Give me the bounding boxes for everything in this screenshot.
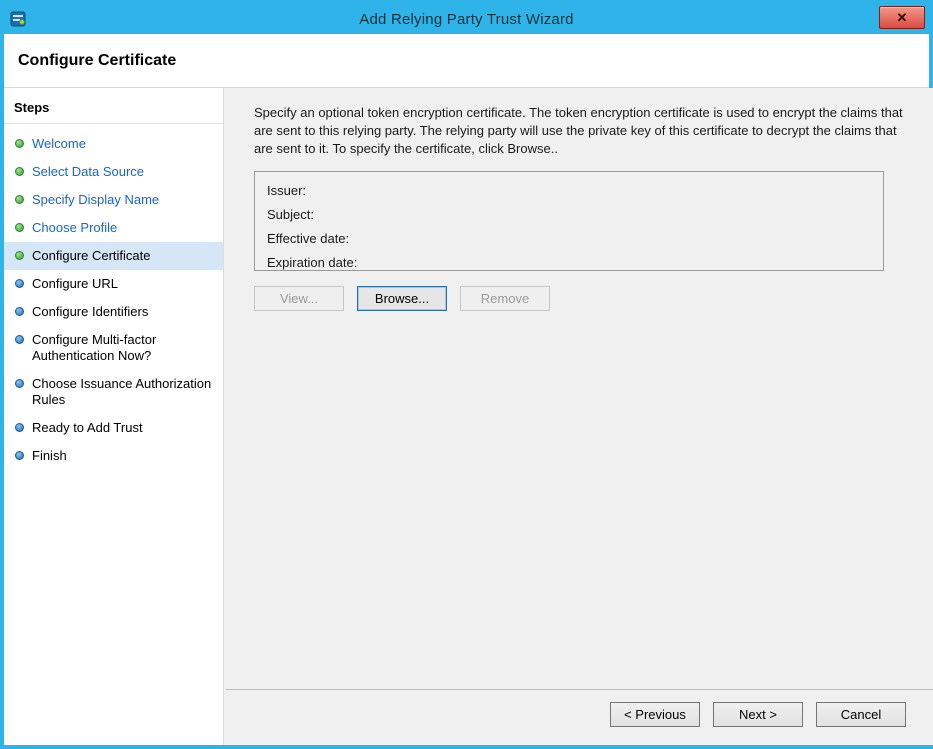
steps-sidebar: Steps Welcome Select Data Source Specify…	[4, 88, 224, 745]
step-label: Select Data Source	[32, 164, 144, 180]
steps-list: Welcome Select Data Source Specify Displ…	[4, 124, 223, 470]
step-item-welcome[interactable]: Welcome	[4, 130, 223, 158]
close-button[interactable]: ✕	[879, 6, 925, 29]
remove-button: Remove	[460, 286, 550, 311]
step-label: Choose Profile	[32, 220, 117, 236]
steps-heading: Steps	[4, 88, 223, 124]
step-item-choose-profile[interactable]: Choose Profile	[4, 214, 223, 242]
close-icon: ✕	[897, 10, 908, 26]
description-text: Specify an optional token encryption cer…	[254, 104, 914, 158]
step-status-icon	[15, 279, 24, 288]
main-panel: Specify an optional token encryption cer…	[224, 88, 933, 745]
step-status-icon	[15, 251, 24, 260]
cert-row-subject: Subject:	[267, 203, 871, 227]
step-label: Configure Certificate	[32, 248, 151, 264]
step-label: Configure Multi-factor Authentication No…	[32, 332, 212, 364]
window-title: Add Relying Party Trust Wizard	[4, 11, 929, 28]
view-button: View...	[254, 286, 344, 311]
previous-button[interactable]: < Previous	[610, 702, 700, 727]
content-area: Steps Welcome Select Data Source Specify…	[4, 88, 929, 745]
page-title: Configure Certificate	[18, 52, 176, 70]
next-button[interactable]: Next >	[713, 702, 803, 727]
step-item-configure-identifiers: Configure Identifiers	[4, 298, 223, 326]
cancel-button[interactable]: Cancel	[816, 702, 906, 727]
cert-row-issuer: Issuer:	[267, 179, 871, 203]
step-item-finish: Finish	[4, 442, 223, 470]
cert-row-effective-date: Effective date:	[267, 227, 871, 251]
step-label: Choose Issuance Authorization Rules	[32, 376, 212, 408]
step-item-select-data-source[interactable]: Select Data Source	[4, 158, 223, 186]
wizard-window: Add Relying Party Trust Wizard ✕ Configu…	[0, 0, 933, 749]
titlebar[interactable]: Add Relying Party Trust Wizard ✕	[4, 4, 929, 34]
wizard-footer: < Previous Next > Cancel	[226, 689, 933, 745]
main-content: Specify an optional token encryption cer…	[224, 88, 933, 689]
browse-button[interactable]: Browse...	[357, 286, 447, 311]
step-item-specify-display-name[interactable]: Specify Display Name	[4, 186, 223, 214]
step-status-icon	[15, 335, 24, 344]
step-status-icon	[15, 379, 24, 388]
step-item-ready-to-add-trust: Ready to Add Trust	[4, 414, 223, 442]
step-status-icon	[15, 167, 24, 176]
step-item-configure-url: Configure URL	[4, 270, 223, 298]
step-label: Ready to Add Trust	[32, 420, 143, 436]
step-item-configure-mfa: Configure Multi-factor Authentication No…	[4, 326, 223, 370]
step-label: Specify Display Name	[32, 192, 159, 208]
page-header: Configure Certificate	[4, 34, 929, 88]
step-status-icon	[15, 139, 24, 148]
effective-date-label: Effective date:	[267, 231, 349, 246]
step-status-icon	[15, 195, 24, 204]
certificate-buttons: View... Browse... Remove	[254, 286, 914, 311]
cert-row-expiration-date: Expiration date:	[267, 251, 871, 275]
certificate-details-group: Issuer: Subject: Effective date: Expirat…	[254, 171, 884, 271]
issuer-label: Issuer:	[267, 183, 306, 198]
expiration-date-label: Expiration date:	[267, 255, 357, 270]
step-label: Configure URL	[32, 276, 118, 292]
subject-label: Subject:	[267, 207, 314, 222]
step-item-issuance-authorization-rules: Choose Issuance Authorization Rules	[4, 370, 223, 414]
step-label: Welcome	[32, 136, 86, 152]
step-status-icon	[15, 223, 24, 232]
step-status-icon	[15, 451, 24, 460]
step-status-icon	[15, 423, 24, 432]
step-item-configure-certificate[interactable]: Configure Certificate	[4, 242, 223, 270]
step-label: Finish	[32, 448, 67, 464]
step-status-icon	[15, 307, 24, 316]
step-label: Configure Identifiers	[32, 304, 148, 320]
